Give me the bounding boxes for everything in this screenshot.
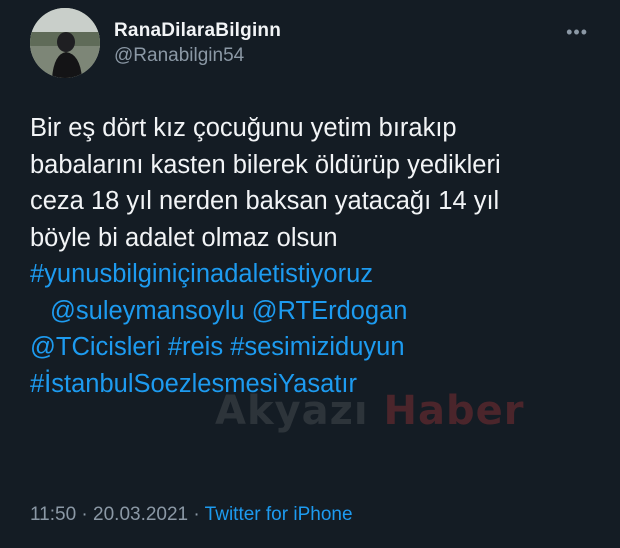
tweet-footer: 11:50 · 20.03.2021 · Twitter for iPhone bbox=[30, 503, 353, 527]
mixed-tag-line: @TCicisleri #reis #sesimiziduyun bbox=[30, 329, 605, 366]
tweet-line-1: Bir eş dört kız çocuğunu yetim bırakıp bbox=[30, 114, 457, 142]
hashtag-sesimiziduyun[interactable]: #sesimiziduyun bbox=[230, 333, 404, 361]
tweet-source-link[interactable]: Twitter for iPhone bbox=[205, 504, 353, 525]
hashtag-line: #yunusbilginiçinadaletistiyoruz bbox=[30, 256, 605, 293]
avatar[interactable] bbox=[30, 8, 100, 78]
tweet-date[interactable]: 20.03.2021 bbox=[93, 504, 188, 525]
hashtag-line-2: #İstanbulSoezlesmesiYasatır bbox=[30, 366, 605, 403]
tweet-header: RanaDilaraBilginn @Ranabilgin54 ••• bbox=[30, 8, 600, 80]
separator: · bbox=[188, 504, 205, 525]
tweet-text: Bir eş dört kız çocuğunu yetim bırakıp b… bbox=[30, 110, 605, 402]
tweet-line-4: böyle bi adalet olmaz olsun bbox=[30, 223, 338, 252]
tweet-line-3: ceza 18 yıl nerden baksan yatacağı 14 yı… bbox=[30, 187, 500, 215]
hashtag-yunusbilgin[interactable]: #yunusbilginiçinadaletistiyoruz bbox=[30, 260, 373, 288]
hashtag-reis[interactable]: #reis bbox=[168, 333, 223, 361]
user-names: RanaDilaraBilginn @Ranabilgin54 bbox=[114, 20, 281, 68]
hashtag-istanbul[interactable]: #İstanbulSoezlesmesiYasatır bbox=[30, 370, 357, 398]
display-name[interactable]: RanaDilaraBilginn bbox=[114, 20, 281, 42]
more-dots-icon[interactable]: ••• bbox=[566, 22, 588, 43]
tweet-time[interactable]: 11:50 bbox=[30, 504, 76, 525]
mention-tcicisleri[interactable]: @TCicisleri bbox=[30, 333, 161, 361]
avatar-image bbox=[30, 8, 100, 78]
mention-line: @suleymansoylu @RTErdogan bbox=[30, 293, 605, 330]
tweet-line-2: babalarını kasten bilerek öldürüp yedikl… bbox=[30, 150, 501, 179]
separator: · bbox=[76, 504, 94, 525]
mention-suleymansoylu[interactable]: @suleymansoylu bbox=[50, 297, 245, 325]
user-handle[interactable]: @Ranabilgin54 bbox=[114, 44, 281, 68]
tweet-card: RanaDilaraBilginn @Ranabilgin54 ••• Bir … bbox=[0, 0, 620, 548]
mention-rterdogan[interactable]: @RTErdogan bbox=[252, 297, 408, 325]
